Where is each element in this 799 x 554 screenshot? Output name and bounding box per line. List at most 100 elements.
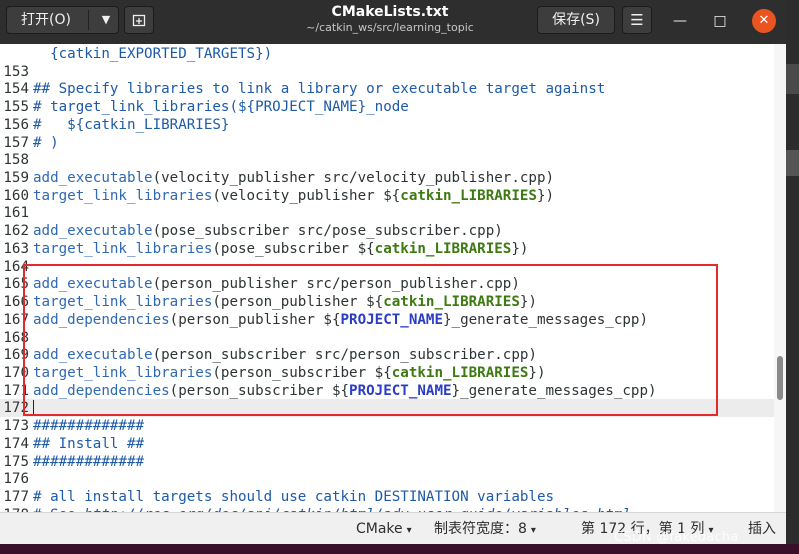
- code-line[interactable]: 176: [0, 470, 774, 488]
- code-token: (person_subscriber ${: [212, 364, 392, 381]
- code-token: catkin_LIBRARIES: [383, 294, 520, 311]
- code-line[interactable]: 153: [0, 63, 774, 81]
- line-number: 169: [3, 347, 29, 364]
- code-token: (velocity_publisher ${: [212, 187, 401, 204]
- hamburger-menu-icon[interactable]: ☰: [622, 6, 652, 34]
- code-token: #############: [33, 418, 145, 435]
- code-token: # ${catkin_LIBRARIES}: [33, 116, 230, 133]
- open-recent-dropdown-icon[interactable]: ▼: [96, 7, 116, 33]
- line-number: 161: [3, 205, 29, 222]
- code-line[interactable]: 161: [0, 204, 774, 222]
- line-code: add_dependencies(person_subscriber ${PRO…: [33, 382, 657, 400]
- save-button[interactable]: 保存(S): [537, 6, 615, 34]
- line-code: target_link_libraries(person_subscriber …: [33, 364, 546, 382]
- code-line[interactable]: 169 add_executable(person_subscriber src/…: [0, 346, 774, 364]
- line-number: 168: [3, 329, 29, 346]
- chevron-down-icon: ▾: [530, 525, 536, 536]
- code-line[interactable]: 154 ## Specify libraries to link a librar…: [0, 80, 774, 98]
- code-line[interactable]: 159 add_executable(velocity_publisher src…: [0, 169, 774, 187]
- new-tab-button[interactable]: [124, 6, 154, 34]
- line-number: 154: [3, 81, 29, 98]
- line-number: 170: [3, 364, 29, 381]
- close-icon[interactable]: ✕: [752, 9, 776, 33]
- code-line[interactable]: 155 # target_link_libraries(${PROJECT_NAM…: [0, 98, 774, 116]
- code-token: (person_publisher ${: [169, 311, 341, 328]
- code-line[interactable]: 171 add_dependencies(person_subscriber ${…: [0, 382, 774, 400]
- code-token: ## Install ##: [33, 435, 145, 452]
- code-token: }): [511, 240, 529, 257]
- code-line[interactable]: 175 #############: [0, 453, 774, 471]
- code-token: catkin_LIBRARIES: [400, 187, 537, 204]
- line-number: 165: [3, 276, 29, 293]
- line-code: ## Specify libraries to link a library o…: [33, 80, 605, 98]
- line-number: 175: [3, 453, 29, 470]
- code-token: (velocity_publisher src/velocity_publish…: [152, 170, 555, 187]
- code-token: PROJECT_NAME: [340, 311, 444, 328]
- code-token: target_link_libraries: [33, 294, 213, 311]
- code-token: }): [519, 294, 537, 311]
- code-editor[interactable]: {catkin_EXPORTED_TARGETS}) 153 154 ## Speci…: [0, 44, 774, 512]
- minimize-icon[interactable]: —: [668, 9, 692, 33]
- line-number: 156: [3, 116, 29, 133]
- code-line[interactable]: 157 # ): [0, 134, 774, 152]
- code-token: # all install targets should use catkin …: [33, 489, 555, 505]
- line-code: # ): [33, 134, 59, 152]
- code-line[interactable]: 177 # all install targets should use catk…: [0, 488, 774, 506]
- code-line[interactable]: 156 # ${catkin_LIBRARIES}: [0, 116, 774, 134]
- code-token: catkin_LIBRARIES: [391, 364, 529, 381]
- line-code: # target_link_libraries(${PROJECT_NAME}_…: [33, 98, 409, 116]
- code-line[interactable]: 167 add_dependencies(person_publisher ${P…: [0, 311, 774, 329]
- code-line[interactable]: 164: [0, 258, 774, 276]
- code-token: ## Specify libraries to link a library o…: [33, 81, 606, 98]
- code-line[interactable]: 170 target_link_libraries(person_subscrib…: [0, 364, 774, 382]
- code-token: (pose_subscriber src/pose_subscriber.cpp…: [152, 223, 503, 240]
- chevron-down-icon: ▾: [406, 525, 412, 536]
- line-number: 177: [3, 489, 29, 505]
- maximize-icon[interactable]: □: [708, 9, 732, 33]
- title-area: CMakeLists.txt ~/catkin_ws/src/learning_…: [250, 3, 530, 35]
- line-number: 166: [3, 294, 29, 311]
- code-line[interactable]: 168: [0, 329, 774, 347]
- line-code: #############: [33, 453, 144, 471]
- line-code: add_executable(person_publisher src/pers…: [33, 275, 520, 293]
- line-number: 158: [3, 152, 29, 169]
- code-token: {catkin_EXPORTED_TARGETS}): [33, 46, 273, 62]
- line-number: 172: [3, 400, 29, 417]
- code-line[interactable]: 158: [0, 151, 774, 169]
- code-line[interactable]: 163 target_link_libraries(pose_subscriber…: [0, 240, 774, 258]
- scrollbar-thumb[interactable]: [777, 356, 783, 400]
- header-bar: 打开(O) ▼ CMakeLists.txt ~/catkin_ws/src/l…: [0, 0, 786, 44]
- code-line[interactable]: 172: [0, 399, 774, 418]
- code-token: add_executable: [33, 223, 153, 240]
- line-code: add_executable(pose_subscriber src/pose_…: [33, 222, 503, 240]
- code-token: target_link_libraries: [33, 364, 213, 381]
- open-button[interactable]: 打开(O) ▼: [6, 6, 119, 34]
- line-number: 155: [3, 99, 29, 116]
- line-code: add_dependencies(person_publisher ${PROJ…: [33, 311, 648, 329]
- line-code: add_executable(velocity_publisher src/ve…: [33, 169, 554, 187]
- code-line[interactable]: 162 add_executable(pose_subscriber src/po…: [0, 222, 774, 240]
- line-number: 176: [3, 471, 29, 488]
- code-line[interactable]: 174 ## Install ##: [0, 435, 774, 453]
- code-line[interactable]: 173 #############: [0, 417, 774, 435]
- insert-mode-indicator: 插入: [748, 521, 776, 537]
- line-number: 167: [3, 311, 29, 328]
- code-line[interactable]: 160 target_link_libraries(velocity_publis…: [0, 187, 774, 205]
- window-title: CMakeLists.txt: [331, 4, 449, 20]
- code-token: (pose_subscriber ${: [212, 240, 375, 257]
- code-token: add_executable: [33, 276, 153, 293]
- code-line[interactable]: 165 add_executable(person_publisher src/p…: [0, 275, 774, 293]
- language-selector[interactable]: CMake ▾: [356, 520, 412, 540]
- vertical-scrollbar[interactable]: [774, 44, 786, 512]
- tab-width-label: 制表符宽度：8: [434, 521, 527, 537]
- code-token: add_dependencies: [33, 382, 170, 399]
- line-code: target_link_libraries(person_publisher $…: [33, 293, 537, 311]
- code-token: add_dependencies: [33, 311, 170, 328]
- new-tab-icon: [132, 14, 146, 27]
- line-number: 163: [3, 240, 29, 257]
- code-line[interactable]: {catkin_EXPORTED_TARGETS}): [0, 45, 774, 63]
- line-code: # ${catkin_LIBRARIES}: [33, 116, 229, 134]
- line-number: 153: [3, 63, 29, 80]
- code-line[interactable]: 166 target_link_libraries(person_publishe…: [0, 293, 774, 311]
- tab-width-selector[interactable]: 制表符宽度：8 ▾: [434, 520, 536, 540]
